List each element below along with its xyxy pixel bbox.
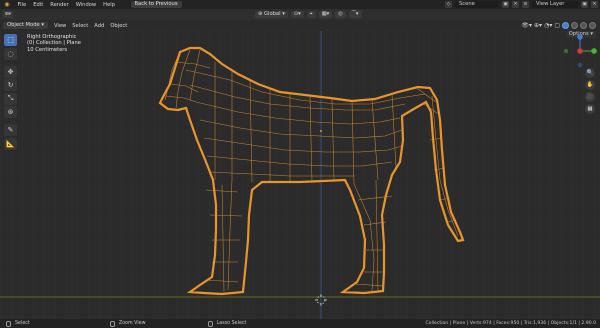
- measure-tool-icon[interactable]: 📐: [4, 137, 17, 150]
- wireframe-shading-icon[interactable]: [562, 22, 569, 29]
- neg-y-axis-gizmo-icon: [563, 48, 569, 54]
- menu-help[interactable]: Help: [100, 2, 119, 8]
- y-axis-gizmo-icon: [591, 48, 597, 54]
- pivot-point-dropdown[interactable]: ⊙▾: [290, 11, 304, 18]
- viewport-canvas: [0, 31, 600, 319]
- move-tool-icon[interactable]: ✥: [4, 65, 17, 78]
- mode-dropdown[interactable]: Object Mode ▾: [3, 22, 48, 29]
- new-scene-icon[interactable]: ▣: [502, 1, 509, 8]
- status-bar: Select Zoom View Lasso Select Collection…: [0, 319, 600, 328]
- menu-render[interactable]: Render: [47, 2, 72, 8]
- new-view-layer-icon[interactable]: ▣: [581, 1, 588, 8]
- scene-statistics: Collection | Plane | Verts:974 | Faces:9…: [425, 321, 596, 326]
- navigation-buttons: 🔍 ✋ 🎥 ▦: [585, 68, 595, 114]
- tool-shelf: ⬚ ◌ ✥ ↻ ⤡ ⊛ ✎ 📐: [4, 34, 17, 150]
- mouse-left-icon: [6, 320, 11, 327]
- back-to-previous-button[interactable]: Back to Previous: [130, 1, 182, 8]
- scale-tool-icon[interactable]: ⤡: [4, 92, 17, 105]
- camera-view-icon[interactable]: 🎥: [585, 92, 595, 102]
- select-box-tool-icon[interactable]: ⬚: [4, 34, 17, 46]
- pan-hand-icon[interactable]: ✋: [585, 80, 595, 90]
- grid-scale-label: 10 Centimeters: [27, 46, 68, 53]
- menu-edit[interactable]: Edit: [30, 2, 47, 8]
- scene-field[interactable]: Scene: [455, 1, 499, 8]
- x-axis-gizmo-icon: [577, 48, 583, 54]
- status-select: Select: [6, 320, 30, 327]
- viewport-tool-header: ⊞▾ ⊕ Global ▾ ⊙▾ ⌖ ▦▾ ◎ ⁀▾: [0, 9, 600, 20]
- menu-select[interactable]: Select: [69, 23, 91, 29]
- rotate-tool-icon[interactable]: ↻: [4, 79, 17, 91]
- menu-add[interactable]: Add: [91, 23, 107, 29]
- orientation-dropdown[interactable]: ⊕ Global ▾: [255, 11, 288, 18]
- status-zoom: Zoom View: [109, 320, 146, 327]
- snap-toggle[interactable]: ⌖: [306, 11, 316, 18]
- proportional-edit-toggle[interactable]: ◎: [335, 11, 346, 18]
- visibility-icon[interactable]: 👁▾: [521, 22, 532, 29]
- top-bar: ◉ File Edit Render Window Help Back to P…: [0, 0, 600, 9]
- delete-scene-icon[interactable]: ✕: [512, 1, 519, 8]
- collection-label: (0) Collection | Plane: [27, 40, 81, 47]
- z-axis-gizmo-icon: [577, 34, 583, 40]
- neg-z-axis-gizmo-icon: [577, 62, 583, 68]
- view-layer-icon[interactable]: ≡: [522, 1, 529, 8]
- status-lasso: Lasso Select: [207, 320, 246, 327]
- delete-view-layer-icon[interactable]: ✕: [591, 1, 598, 8]
- rendered-shading-icon[interactable]: [589, 22, 596, 29]
- snap-target-dropdown[interactable]: ▦▾: [318, 11, 333, 18]
- navigation-gizmo[interactable]: [562, 33, 598, 69]
- material-preview-icon[interactable]: [580, 22, 587, 29]
- annotate-tool-icon[interactable]: ✎: [4, 124, 17, 136]
- blender-logo-icon[interactable]: ◉: [3, 1, 11, 8]
- menu-window[interactable]: Window: [72, 2, 99, 8]
- menu-view[interactable]: View: [51, 23, 69, 29]
- transform-tool-icon[interactable]: ⊛: [4, 106, 17, 118]
- object-origin: [320, 130, 322, 132]
- mouse-middle-icon: [109, 320, 115, 327]
- menu-object[interactable]: Object: [107, 23, 130, 29]
- scene-icon[interactable]: ◇: [445, 1, 452, 8]
- viewport-info-overlay: Right Orthographic (0) Collection | Plan…: [27, 34, 81, 53]
- 3d-viewport[interactable]: Right Orthographic (0) Collection | Plan…: [0, 31, 600, 319]
- solid-shading-icon[interactable]: [571, 22, 578, 29]
- xray-toggle-icon[interactable]: ▢: [554, 22, 560, 29]
- perspective-toggle-icon[interactable]: ▦: [585, 104, 595, 114]
- gizmo-toggle-icon[interactable]: ⊕▾: [534, 22, 542, 29]
- menu-file[interactable]: File: [14, 2, 30, 8]
- viewport-header: Object Mode ▾ View Select Add Object 👁▾ …: [0, 20, 600, 31]
- mouse-right-icon: [207, 320, 213, 327]
- cursor-tool-icon[interactable]: ◌: [4, 47, 17, 60]
- overlay-toggle-icon[interactable]: ◔▾: [544, 22, 552, 29]
- proportional-falloff-dropdown[interactable]: ⁀▾: [348, 11, 362, 18]
- editor-type-icon[interactable]: ⊞▾: [3, 11, 13, 18]
- view-layer-field[interactable]: View Layer: [532, 1, 578, 8]
- zoom-icon[interactable]: 🔍: [585, 68, 595, 78]
